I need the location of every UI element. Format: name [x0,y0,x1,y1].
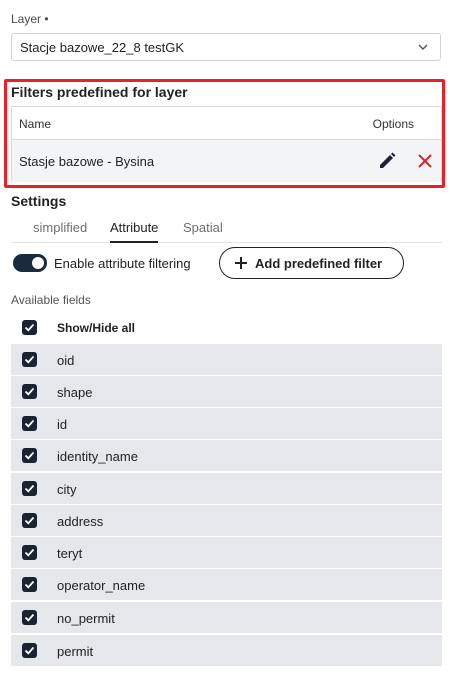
field-checkbox[interactable] [22,481,37,496]
tab-attribute[interactable]: Attribute [110,220,159,243]
field-row[interactable]: teryt [11,537,442,569]
add-predefined-filter-label: Add predefined filter [255,256,383,271]
tab-spatial[interactable]: Spatial [183,220,223,235]
field-name: operator_name [57,578,146,593]
field-row[interactable]: identity_name [11,440,442,472]
filter-name: Stasje bazowe - Bysina [19,154,155,169]
field-name: id [57,417,68,432]
field-checkbox[interactable] [22,513,37,528]
check-icon [24,646,35,655]
layer-label: Layer • [11,12,49,26]
field-row[interactable]: no_permit [11,602,442,634]
available-fields-label: Available fields [11,293,91,307]
field-row[interactable]: oid [11,344,442,376]
field-row[interactable]: address [11,505,442,537]
toggle-knob [32,257,44,269]
check-icon [24,613,35,622]
field-name: permit [57,644,94,659]
check-icon [24,516,35,525]
field-checkbox[interactable] [22,610,37,625]
field-checkbox[interactable] [22,448,37,463]
field-row[interactable]: id [11,408,442,440]
check-icon [24,580,35,589]
checkbox-show-hide-all[interactable] [22,320,37,335]
field-row[interactable]: city [11,473,442,505]
filter-row: Stasje bazowe - Bysina [12,140,441,182]
check-icon [24,355,35,364]
check-icon [24,484,35,493]
add-predefined-filter-button[interactable]: Add predefined filter [219,247,404,279]
field-name: address [57,514,104,529]
field-name: teryt [57,546,83,561]
layer-select-value: Stacje bazowe_22_8 testGK [20,39,185,55]
field-checkbox[interactable] [22,352,37,367]
show-hide-all-row[interactable]: Show/Hide all [11,312,442,343]
field-checkbox[interactable] [22,577,37,592]
field-checkbox[interactable] [22,643,37,658]
column-header-options: Options [372,117,414,131]
field-row[interactable]: shape [11,376,442,408]
attribute-filtering-toggle[interactable] [13,254,47,272]
close-icon[interactable] [414,150,436,172]
field-row[interactable]: permit [11,635,442,667]
field-row[interactable]: operator_name [11,569,442,601]
tab-simplified[interactable]: simplified [33,220,87,235]
settings-tabs: simplified Attribute Spatial [11,214,442,243]
column-header-name: Name [19,117,52,131]
settings-title: Settings [11,193,67,209]
field-name: identity_name [57,449,138,464]
field-name: city [57,482,77,497]
plus-icon [235,257,247,269]
check-icon [24,419,35,428]
show-hide-all-label: Show/Hide all [57,321,136,335]
layer-select[interactable]: Stacje bazowe_22_8 testGK [11,33,441,61]
filters-table-header: Name Options [12,107,441,140]
field-checkbox[interactable] [22,545,37,560]
filters-title: Filters predefined for layer [11,84,188,100]
check-icon [24,323,35,332]
field-checkbox[interactable] [22,384,37,399]
pencil-icon[interactable] [376,150,398,172]
field-name: shape [57,385,93,400]
field-name: oid [57,353,75,368]
check-icon [24,387,35,396]
check-icon [24,451,35,460]
attribute-filtering-label: Enable attribute filtering [54,256,191,271]
check-icon [24,548,35,557]
field-name: no_permit [57,611,115,626]
chevron-down-icon [418,44,428,50]
field-checkbox[interactable] [22,416,37,431]
filters-table: Name Options Stasje bazowe - Bysina [11,106,442,182]
